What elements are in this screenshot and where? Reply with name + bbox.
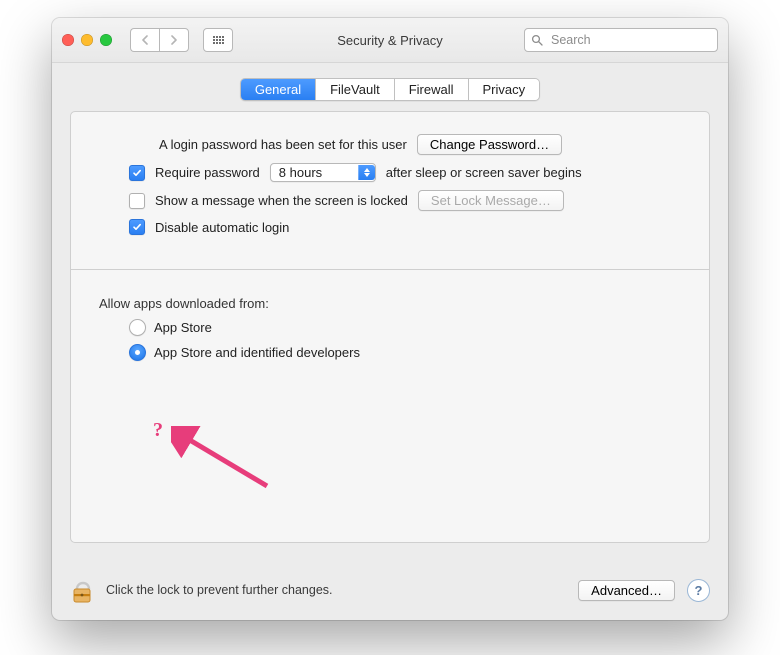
chevron-left-icon <box>141 35 149 45</box>
search-field[interactable] <box>524 28 718 52</box>
change-password-button[interactable]: Change Password… <box>417 134 562 155</box>
footer: Click the lock to prevent further change… <box>70 576 710 604</box>
allow-apps-option-app-store[interactable]: App Store <box>129 319 681 336</box>
nav-group <box>130 28 189 52</box>
stepper-icon <box>358 165 375 180</box>
tab-filevault[interactable]: FileVault <box>316 79 395 100</box>
require-password-delay-value: 8 hours <box>279 165 322 180</box>
tab-privacy[interactable]: Privacy <box>469 79 540 100</box>
show-message-checkbox[interactable] <box>129 193 145 209</box>
content-area: General FileVault Firewall Privacy A log… <box>52 62 728 620</box>
advanced-button[interactable]: Advanced… <box>578 580 675 601</box>
tab-firewall[interactable]: Firewall <box>395 79 469 100</box>
general-panel: A login password has been set for this u… <box>70 111 710 543</box>
radio-identified-developers-label: App Store and identified developers <box>154 345 360 360</box>
preferences-window: Security & Privacy General FileVault Fir… <box>52 18 728 620</box>
search-icon <box>531 34 543 46</box>
tab-bar: General FileVault Firewall Privacy <box>240 78 540 101</box>
check-icon <box>132 222 142 232</box>
show-message-label: Show a message when the screen is locked <box>155 193 408 208</box>
radio-app-store[interactable] <box>129 319 146 336</box>
traffic-lights <box>62 34 112 46</box>
annotation-question-mark: ? <box>153 419 163 442</box>
lock-tip-label: Click the lock to prevent further change… <box>106 583 333 597</box>
minimize-window-button[interactable] <box>81 34 93 46</box>
login-password-row: A login password has been set for this u… <box>99 134 681 155</box>
allow-apps-title: Allow apps downloaded from: <box>99 296 681 311</box>
require-password-delay-select[interactable]: 8 hours <box>270 163 376 182</box>
close-window-button[interactable] <box>62 34 74 46</box>
check-icon <box>132 168 142 178</box>
disable-auto-login-checkbox[interactable] <box>129 219 145 235</box>
titlebar: Security & Privacy <box>52 18 728 63</box>
lock-icon[interactable] <box>70 576 94 604</box>
disable-auto-login-row: Disable automatic login <box>129 219 681 235</box>
tab-general[interactable]: General <box>241 79 316 100</box>
require-password-label-before: Require password <box>155 165 260 180</box>
help-button[interactable]: ? <box>687 579 710 602</box>
set-lock-message-button[interactable]: Set Lock Message… <box>418 190 564 211</box>
radio-app-store-label: App Store <box>154 320 212 335</box>
require-password-label-after: after sleep or screen saver begins <box>386 165 582 180</box>
require-password-checkbox[interactable] <box>129 165 145 181</box>
divider <box>71 269 709 270</box>
allow-apps-radiogroup: App Store App Store and identified devel… <box>129 319 681 361</box>
show-all-preferences-button[interactable] <box>203 28 233 52</box>
require-password-row: Require password 8 hours after sleep or … <box>129 163 681 182</box>
chevron-right-icon <box>170 35 178 45</box>
allow-apps-option-identified-developers[interactable]: App Store and identified developers <box>129 344 681 361</box>
login-password-label: A login password has been set for this u… <box>159 137 407 152</box>
disable-auto-login-label: Disable automatic login <box>155 220 289 235</box>
search-input[interactable] <box>549 32 711 48</box>
radio-identified-developers[interactable] <box>129 344 146 361</box>
zoom-window-button[interactable] <box>100 34 112 46</box>
forward-button[interactable] <box>159 28 189 52</box>
show-message-row: Show a message when the screen is locked… <box>129 190 681 211</box>
annotation-arrow-icon <box>171 426 291 506</box>
grid-icon <box>213 36 224 44</box>
back-button[interactable] <box>130 28 159 52</box>
